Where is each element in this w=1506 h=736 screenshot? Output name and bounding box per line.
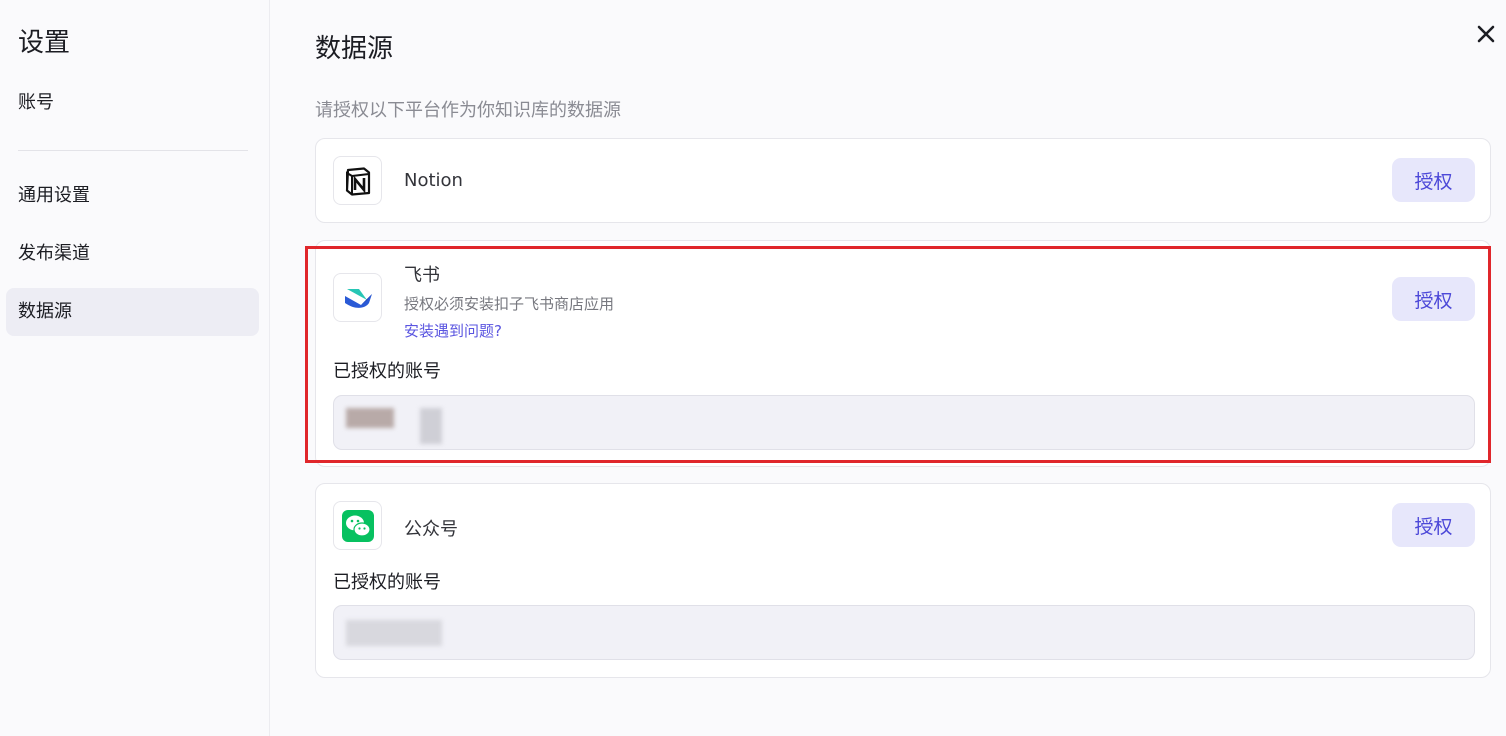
source-name-feishu: 飞书: [404, 265, 440, 286]
settings-sidebar: 设置 账号 通用设置 发布渠道 数据源: [0, 0, 270, 736]
redacted-avatar: [346, 408, 394, 428]
source-name-wechat: 公众号: [404, 519, 458, 540]
sidebar-item-data-sources[interactable]: 数据源: [6, 288, 259, 336]
wechat-icon: [333, 501, 382, 550]
sidebar-item-account[interactable]: 账号: [6, 79, 259, 127]
install-help-link[interactable]: 安装遇到问题?: [404, 320, 502, 341]
sidebar-item-general-settings[interactable]: 通用设置: [6, 172, 259, 220]
notion-authorize-button[interactable]: 授权: [1392, 158, 1475, 202]
feishu-authorize-button[interactable]: 授权: [1392, 277, 1475, 321]
notion-card: Notion 授权: [315, 138, 1491, 223]
wechat-official-account-card: 公众号 授权 已授权的账号: [315, 483, 1491, 678]
wechat-authorize-button[interactable]: 授权: [1392, 503, 1475, 547]
feishu-card: 飞书 授权必须安装扣子飞书商店应用 安装遇到问题? 授权 已授权的账号: [315, 240, 1491, 467]
authorized-account-field: [333, 605, 1475, 660]
sidebar-divider: [18, 150, 248, 151]
sidebar-title: 设置: [18, 28, 71, 58]
authorized-accounts-label: 已授权的账号: [333, 572, 441, 593]
page-subtitle: 请授权以下平台作为你知识库的数据源: [315, 100, 621, 121]
notion-icon: [333, 156, 382, 205]
feishu-requirement-text: 授权必须安装扣子飞书商店应用: [404, 295, 615, 313]
page-title: 数据源: [315, 34, 394, 64]
redacted-account-name: [346, 620, 442, 646]
close-icon[interactable]: [1474, 22, 1498, 46]
source-name-notion: Notion: [404, 170, 463, 191]
sidebar-item-publish-channels[interactable]: 发布渠道: [6, 230, 259, 278]
authorized-accounts-label: 已授权的账号: [333, 361, 441, 382]
authorized-account-field: [333, 395, 1475, 450]
feishu-icon: [333, 273, 382, 322]
redacted-account-name: [420, 408, 442, 444]
